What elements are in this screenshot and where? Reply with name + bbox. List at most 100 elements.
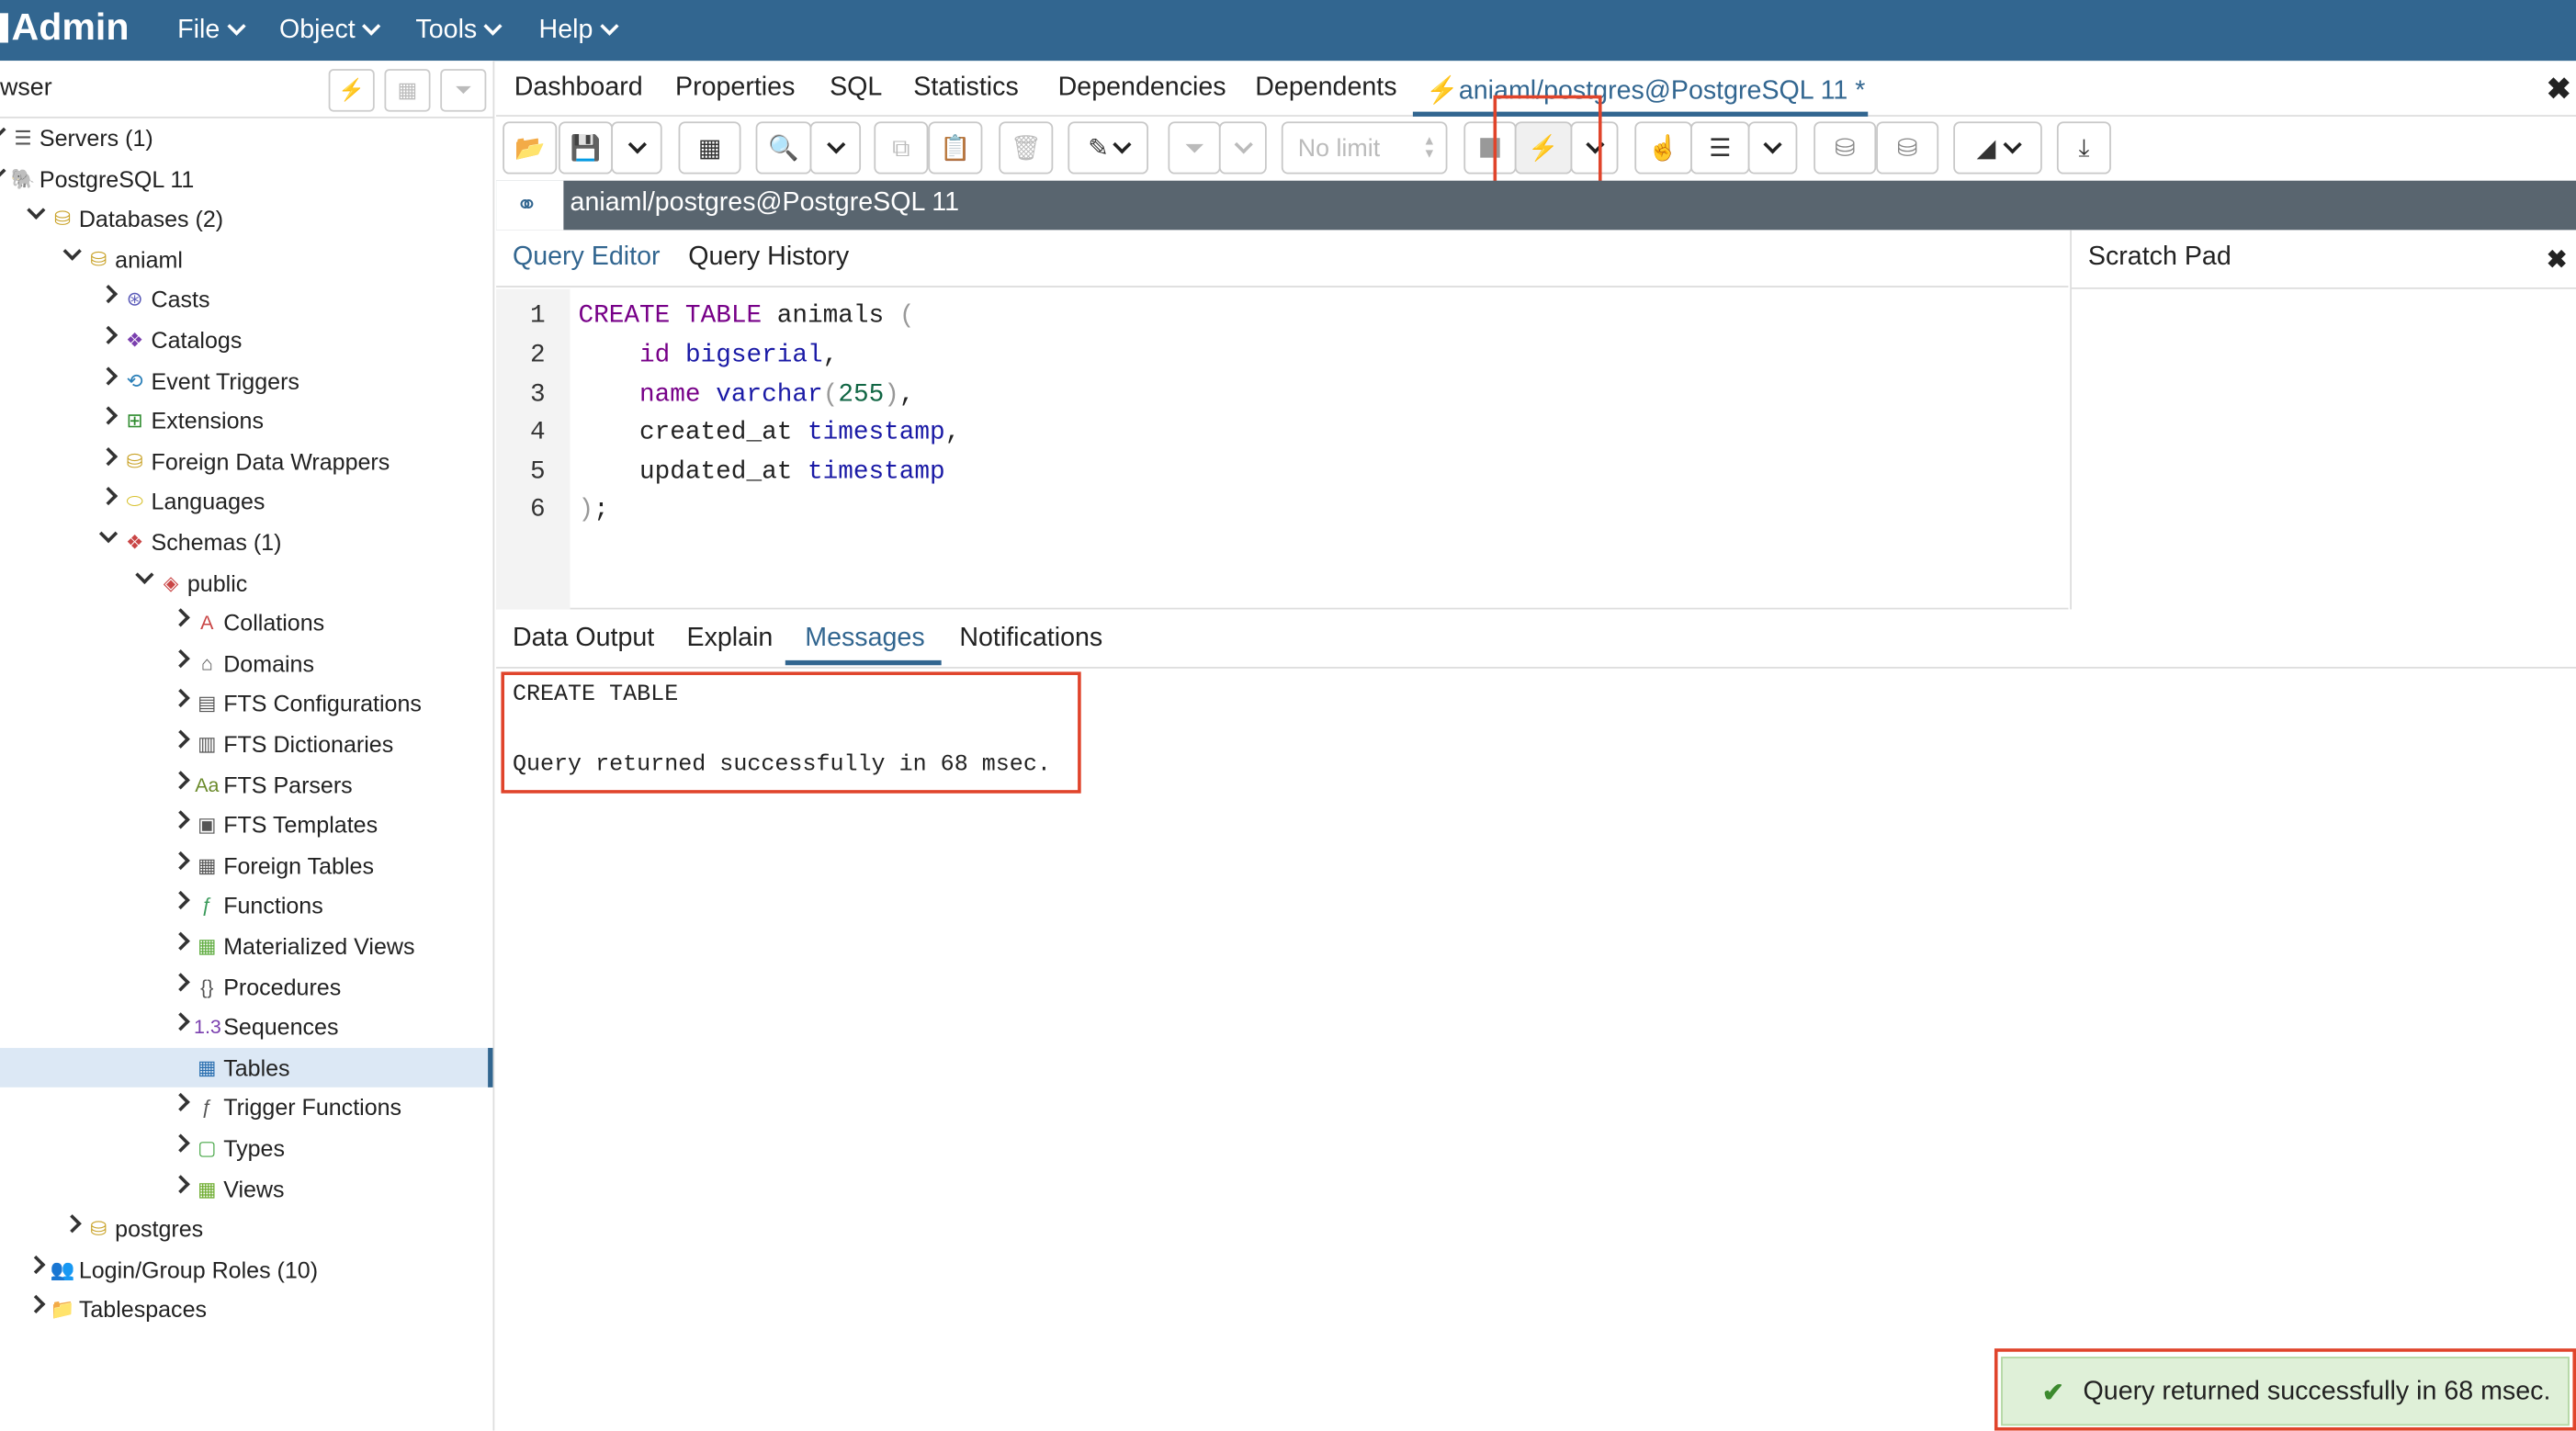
tab-query-tool[interactable]: ⚡aniaml/postgres@PostgreSQL 11 * — [1426, 73, 1865, 107]
tab-statistics[interactable]: Statistics — [913, 73, 1018, 103]
tree-item[interactable]: ▢ Types — [0, 1129, 492, 1168]
tab-notifications[interactable]: Notifications — [959, 625, 1102, 654]
tab-query-history[interactable]: Query History — [688, 243, 849, 273]
chevron-right-icon[interactable] — [175, 684, 187, 724]
find-options-dropdown[interactable] — [809, 121, 862, 175]
tab-dependencies[interactable]: Dependencies — [1058, 73, 1226, 103]
paste-button[interactable]: 📋 — [928, 121, 983, 175]
chevron-right-icon[interactable] — [175, 886, 187, 926]
tree-item[interactable]: ▦ Views — [0, 1169, 492, 1209]
tree-item[interactable]: ⊞ Extensions — [0, 401, 492, 441]
tree-item[interactable]: 🐘 PostgreSQL 11 — [0, 159, 492, 198]
tree-item[interactable]: ❖ Schemas (1) — [0, 523, 492, 562]
copy-button[interactable]: ⧉ — [874, 121, 929, 175]
chevron-right-icon[interactable] — [175, 603, 187, 643]
tree-item[interactable]: ▦ Materialized Views — [0, 927, 492, 966]
sql-editor[interactable]: 1 2 3 4 5 6 CREATE TABLE animals ( id bi… — [496, 288, 2069, 610]
chevron-right-icon[interactable] — [175, 1129, 187, 1168]
save-options-dropdown[interactable] — [611, 121, 662, 175]
chevron-right-icon[interactable] — [102, 482, 115, 522]
tree-item[interactable]: ☰ Servers (1) — [0, 118, 492, 158]
chevron-down-icon[interactable] — [138, 563, 151, 603]
save-button[interactable]: 💾 — [559, 121, 614, 175]
menu-tools[interactable]: Tools — [415, 0, 503, 61]
tree-item[interactable]: ▣ FTS Templates — [0, 806, 492, 845]
chevron-down-icon[interactable] — [66, 240, 79, 279]
edit-dropdown[interactable]: ✎ — [1068, 121, 1149, 175]
tree-item[interactable]: ƒ Functions — [0, 886, 492, 926]
edit-data-button[interactable]: ▦ — [678, 121, 741, 175]
tab-query-editor[interactable]: Query Editor — [513, 243, 661, 273]
success-toast[interactable]: ✔ Query returned successfully in 68 msec… — [2001, 1357, 2570, 1426]
filter-options-dropdown[interactable] — [1218, 121, 1267, 175]
chevron-right-icon[interactable] — [175, 806, 187, 845]
explain-analyze-button[interactable]: ☰ — [1690, 121, 1750, 175]
chevron-right-icon[interactable] — [29, 1250, 42, 1290]
chevron-right-icon[interactable] — [175, 1169, 187, 1209]
tree-item[interactable]: ⟲ Event Triggers — [0, 361, 492, 400]
connection-status[interactable]: ⚭ — [496, 180, 564, 231]
commit-button[interactable]: ⛁ — [1813, 121, 1877, 175]
tree-item[interactable]: ▦ Foreign Tables — [0, 846, 492, 885]
menu-help[interactable]: Help — [539, 0, 619, 61]
query-tool-button[interactable]: ⚡ — [328, 69, 375, 112]
tree-item[interactable]: ⛁ Foreign Data Wrappers — [0, 442, 492, 481]
tab-dependents[interactable]: Dependents — [1255, 73, 1396, 103]
view-data-button[interactable]: ▦ — [384, 69, 431, 112]
scratch-pad-panel[interactable]: Scratch Pad ✖ — [2070, 230, 2576, 610]
tree-item[interactable]: Aa FTS Parsers — [0, 765, 492, 805]
explain-button[interactable]: ☝ — [1634, 121, 1692, 175]
chevron-right-icon[interactable] — [175, 1008, 187, 1047]
chevron-right-icon[interactable] — [175, 846, 187, 885]
tab-explain[interactable]: Explain — [686, 625, 773, 654]
tree-item[interactable]: ◈ public — [0, 563, 492, 603]
tree-item[interactable]: ⛁ postgres — [0, 1210, 492, 1249]
chevron-right-icon[interactable] — [175, 644, 187, 683]
tree-item[interactable]: 📁 Tablespaces — [0, 1290, 492, 1329]
tree-item[interactable]: ⛁ Databases (2) — [0, 199, 492, 239]
tree-item[interactable]: ⬭ Languages — [0, 482, 492, 522]
close-icon[interactable]: ✖ — [2547, 73, 2571, 107]
tab-messages[interactable]: Messages — [805, 625, 924, 654]
tree-item[interactable]: {} Procedures — [0, 967, 492, 1007]
chevron-right-icon[interactable] — [175, 725, 187, 764]
tree-item[interactable]: A Collations — [0, 603, 492, 643]
tab-properties[interactable]: Properties — [675, 73, 795, 103]
chevron-right-icon[interactable] — [175, 1088, 187, 1128]
tree-item[interactable]: ▥ FTS Dictionaries — [0, 725, 492, 764]
tree-item[interactable]: ⛁ aniaml — [0, 240, 492, 279]
tree-item[interactable]: ▦ Tables — [0, 1047, 493, 1087]
menu-object[interactable]: Object — [279, 0, 381, 61]
find-button[interactable]: 🔍 — [755, 121, 812, 175]
close-icon[interactable]: ✖ — [2547, 244, 2567, 274]
tab-dashboard[interactable]: Dashboard — [514, 73, 643, 103]
tab-sql[interactable]: SQL — [830, 73, 882, 103]
filter-button[interactable]: ⏷ — [440, 69, 487, 112]
chevron-down-icon[interactable] — [29, 199, 42, 239]
tree-item[interactable]: ⊛ Casts — [0, 280, 492, 320]
chevron-right-icon[interactable] — [102, 442, 115, 481]
chevron-right-icon[interactable] — [175, 927, 187, 966]
chevron-right-icon[interactable] — [175, 765, 187, 805]
filter-button[interactable]: ⏷ — [1168, 121, 1221, 175]
chevron-down-icon[interactable] — [0, 159, 4, 198]
menu-file[interactable]: File — [177, 0, 246, 61]
download-button[interactable]: ⤓ — [2056, 121, 2111, 175]
delete-button[interactable]: 🗑 — [999, 121, 1054, 175]
chevron-right-icon[interactable] — [102, 361, 115, 400]
chevron-down-icon[interactable] — [102, 523, 115, 562]
explain-options-dropdown[interactable] — [1747, 121, 1798, 175]
chevron-right-icon[interactable] — [102, 401, 115, 441]
clear-dropdown[interactable]: ◢ — [1953, 121, 2042, 175]
tree-item[interactable]: ❖ Catalogs — [0, 321, 492, 360]
chevron-right-icon[interactable] — [66, 1210, 79, 1249]
rollback-button[interactable]: ⛁ — [1876, 121, 1939, 175]
chevron-right-icon[interactable] — [175, 967, 187, 1007]
tree-item[interactable]: 👥 Login/Group Roles (10) — [0, 1250, 492, 1290]
tree-item[interactable]: 1.3 Sequences — [0, 1008, 492, 1047]
open-file-button[interactable]: 📂 — [503, 121, 558, 175]
row-limit-select[interactable]: No limit ▲ ▼ — [1281, 121, 1448, 175]
chevron-right-icon[interactable] — [102, 321, 115, 360]
tab-data-output[interactable]: Data Output — [513, 625, 654, 654]
tree-item[interactable]: ƒ Trigger Functions — [0, 1088, 492, 1128]
